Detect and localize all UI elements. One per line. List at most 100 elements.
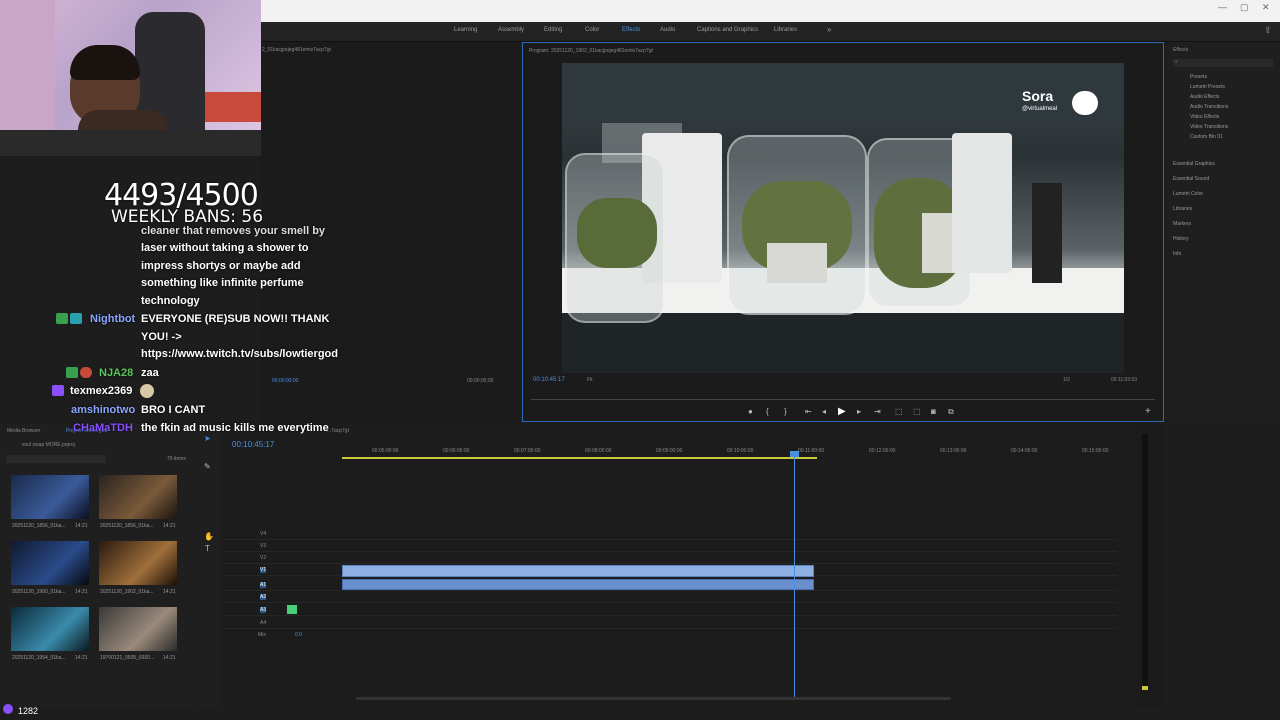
- audio-track[interactable]: A4: [222, 617, 1117, 629]
- chat-message: BRO I CANT: [141, 404, 206, 416]
- tab-effects[interactable]: Effects: [622, 27, 640, 33]
- sequence-tab[interactable]: ...7acp7gt: [327, 428, 349, 434]
- chat-username[interactable]: amshinotwo: [71, 401, 135, 419]
- audio-track[interactable]: A3: [222, 604, 1117, 616]
- video-track[interactable]: V3: [222, 540, 1117, 552]
- tab-learning[interactable]: Learning: [454, 27, 477, 33]
- mix-value[interactable]: 0.0: [295, 632, 302, 638]
- maximize-icon[interactable]: ▢: [1240, 2, 1249, 13]
- panel-section[interactable]: Libraries: [1173, 206, 1192, 212]
- compare-icon[interactable]: ⧉: [948, 407, 954, 417]
- hand-tool-icon[interactable]: ✋: [204, 532, 214, 541]
- playhead-handle[interactable]: [790, 451, 799, 457]
- work-area-bar[interactable]: [342, 457, 817, 459]
- clip-name: 20251120_1856_01ka...: [100, 523, 154, 529]
- resolution-select[interactable]: 1/2: [1063, 377, 1070, 383]
- emote-icon: [140, 384, 154, 398]
- tab-assembly[interactable]: Assembly: [498, 27, 524, 33]
- chat-username[interactable]: Nightbot: [90, 310, 135, 328]
- panel-section[interactable]: History: [1173, 236, 1189, 242]
- share-icon[interactable]: ⇪: [1264, 25, 1272, 36]
- panel-section[interactable]: Essential Graphics: [1173, 161, 1215, 167]
- more-workspaces-icon[interactable]: »: [827, 25, 831, 34]
- tab-color[interactable]: Color: [585, 27, 599, 33]
- go-to-out-icon[interactable]: ⇥: [874, 407, 881, 416]
- panel-section[interactable]: Lumetri Color: [1173, 191, 1203, 197]
- chat-message: the fkin ad music kills me everytime: [141, 422, 329, 434]
- project-thumbnail[interactable]: [99, 475, 177, 519]
- chat-message: laser without taking a shower to: [141, 242, 309, 254]
- project-thumbnail[interactable]: [11, 541, 89, 585]
- close-icon[interactable]: ✕: [1262, 2, 1270, 13]
- effects-tree-item[interactable]: Video Transitions: [1190, 124, 1228, 130]
- clip-name: 20251120_1856_01ka...: [12, 523, 66, 529]
- tab-audio[interactable]: Audio: [660, 27, 675, 33]
- chat-username[interactable]: texmex2369: [70, 382, 132, 400]
- export-frame-icon[interactable]: ◙: [931, 407, 936, 416]
- add-button-icon[interactable]: +: [1145, 406, 1151, 417]
- ruler-label: 00:14:00:00: [1011, 448, 1038, 454]
- marker-icon[interactable]: ●: [748, 407, 753, 416]
- out-point-icon[interactable]: }: [784, 407, 787, 416]
- ruler-label: 00:15:00:00: [1082, 448, 1109, 454]
- fit-select[interactable]: Fit: [587, 377, 593, 383]
- tab-libraries[interactable]: Libraries: [774, 27, 797, 33]
- project-thumbnail[interactable]: [11, 607, 89, 651]
- watermark-handle: @virtualmeal: [1022, 106, 1058, 112]
- extract-icon[interactable]: ⬚: [913, 407, 921, 416]
- chat-message: https://www.twitch.tv/subs/lowtiergod: [141, 348, 338, 360]
- type-tool-icon[interactable]: T: [205, 544, 210, 553]
- clip-name: 20251120_1902_01ka...: [100, 589, 154, 595]
- minimize-icon[interactable]: —: [1218, 2, 1227, 12]
- effects-tree-item[interactable]: Video Effects: [1190, 114, 1219, 120]
- clip-duration: 14:21: [75, 655, 88, 661]
- panel-section[interactable]: Info: [1173, 251, 1181, 257]
- audio-clip[interactable]: [342, 579, 814, 590]
- video-track[interactable]: V2: [222, 552, 1117, 564]
- playhead[interactable]: [794, 453, 795, 698]
- clip-duration: 14:21: [75, 589, 88, 595]
- effects-tree-item[interactable]: Audio Transitions: [1190, 104, 1228, 110]
- project-search-input[interactable]: [6, 455, 106, 463]
- video-clip[interactable]: [342, 565, 814, 577]
- lift-icon[interactable]: ⬚: [895, 407, 903, 416]
- solo-toggle[interactable]: [287, 605, 297, 614]
- chat-username[interactable]: CHaMaTDH: [73, 419, 133, 437]
- step-forward-icon[interactable]: ▸: [857, 407, 861, 416]
- chat-username[interactable]: NJA28: [99, 364, 133, 382]
- effects-tree-item[interactable]: Custom Bin 01: [1190, 134, 1223, 140]
- source-title: 2_01kacjpojeg481emiv7acp7gt: [262, 47, 331, 53]
- tab-editing[interactable]: Editing: [544, 27, 562, 33]
- sub-badge-icon: [52, 385, 64, 396]
- tab-media-browser[interactable]: Media Browser: [7, 428, 40, 434]
- project-thumbnail[interactable]: [99, 541, 177, 585]
- panel-section[interactable]: Markers: [1173, 221, 1191, 227]
- go-to-in-icon[interactable]: ⇤: [805, 407, 812, 416]
- in-point-icon[interactable]: {: [766, 407, 769, 416]
- project-thumbnail[interactable]: [99, 607, 177, 651]
- video-track[interactable]: V4: [222, 528, 1117, 540]
- clip-duration: 14:21: [163, 589, 176, 595]
- tab-captions[interactable]: Captions and Graphics: [697, 27, 758, 33]
- verified-badge-icon: [70, 313, 82, 324]
- effects-search-input[interactable]: [1173, 59, 1273, 67]
- razor-tool-icon[interactable]: ✎: [204, 462, 211, 471]
- effects-tree-item[interactable]: Lumetri Presets: [1190, 84, 1225, 90]
- project-thumbnail[interactable]: [11, 475, 89, 519]
- step-back-icon[interactable]: ◂: [822, 407, 826, 416]
- program-timecode: 00:10:45:17: [533, 377, 565, 383]
- viewer-icon: [3, 704, 13, 714]
- chat-message: zaa: [141, 367, 159, 379]
- panel-section[interactable]: Essential Sound: [1173, 176, 1209, 182]
- timeline-scrollbar[interactable]: [356, 697, 951, 700]
- timeline-timecode: 00:10:45:17: [232, 440, 275, 449]
- ruler-label: 00:13:00:00: [940, 448, 967, 454]
- effects-tree-item[interactable]: Audio Effects: [1190, 94, 1219, 100]
- mod-badge-icon: [56, 313, 68, 324]
- program-scrubber[interactable]: [531, 399, 1155, 400]
- play-icon[interactable]: ▶: [838, 406, 846, 417]
- workspace-bar: Learning Assembly Editing Color Effects …: [262, 22, 1280, 42]
- effects-tree-item[interactable]: Presets: [1190, 74, 1207, 80]
- audio-track[interactable]: A2: [222, 591, 1117, 603]
- sora-logo-icon: [1072, 91, 1098, 115]
